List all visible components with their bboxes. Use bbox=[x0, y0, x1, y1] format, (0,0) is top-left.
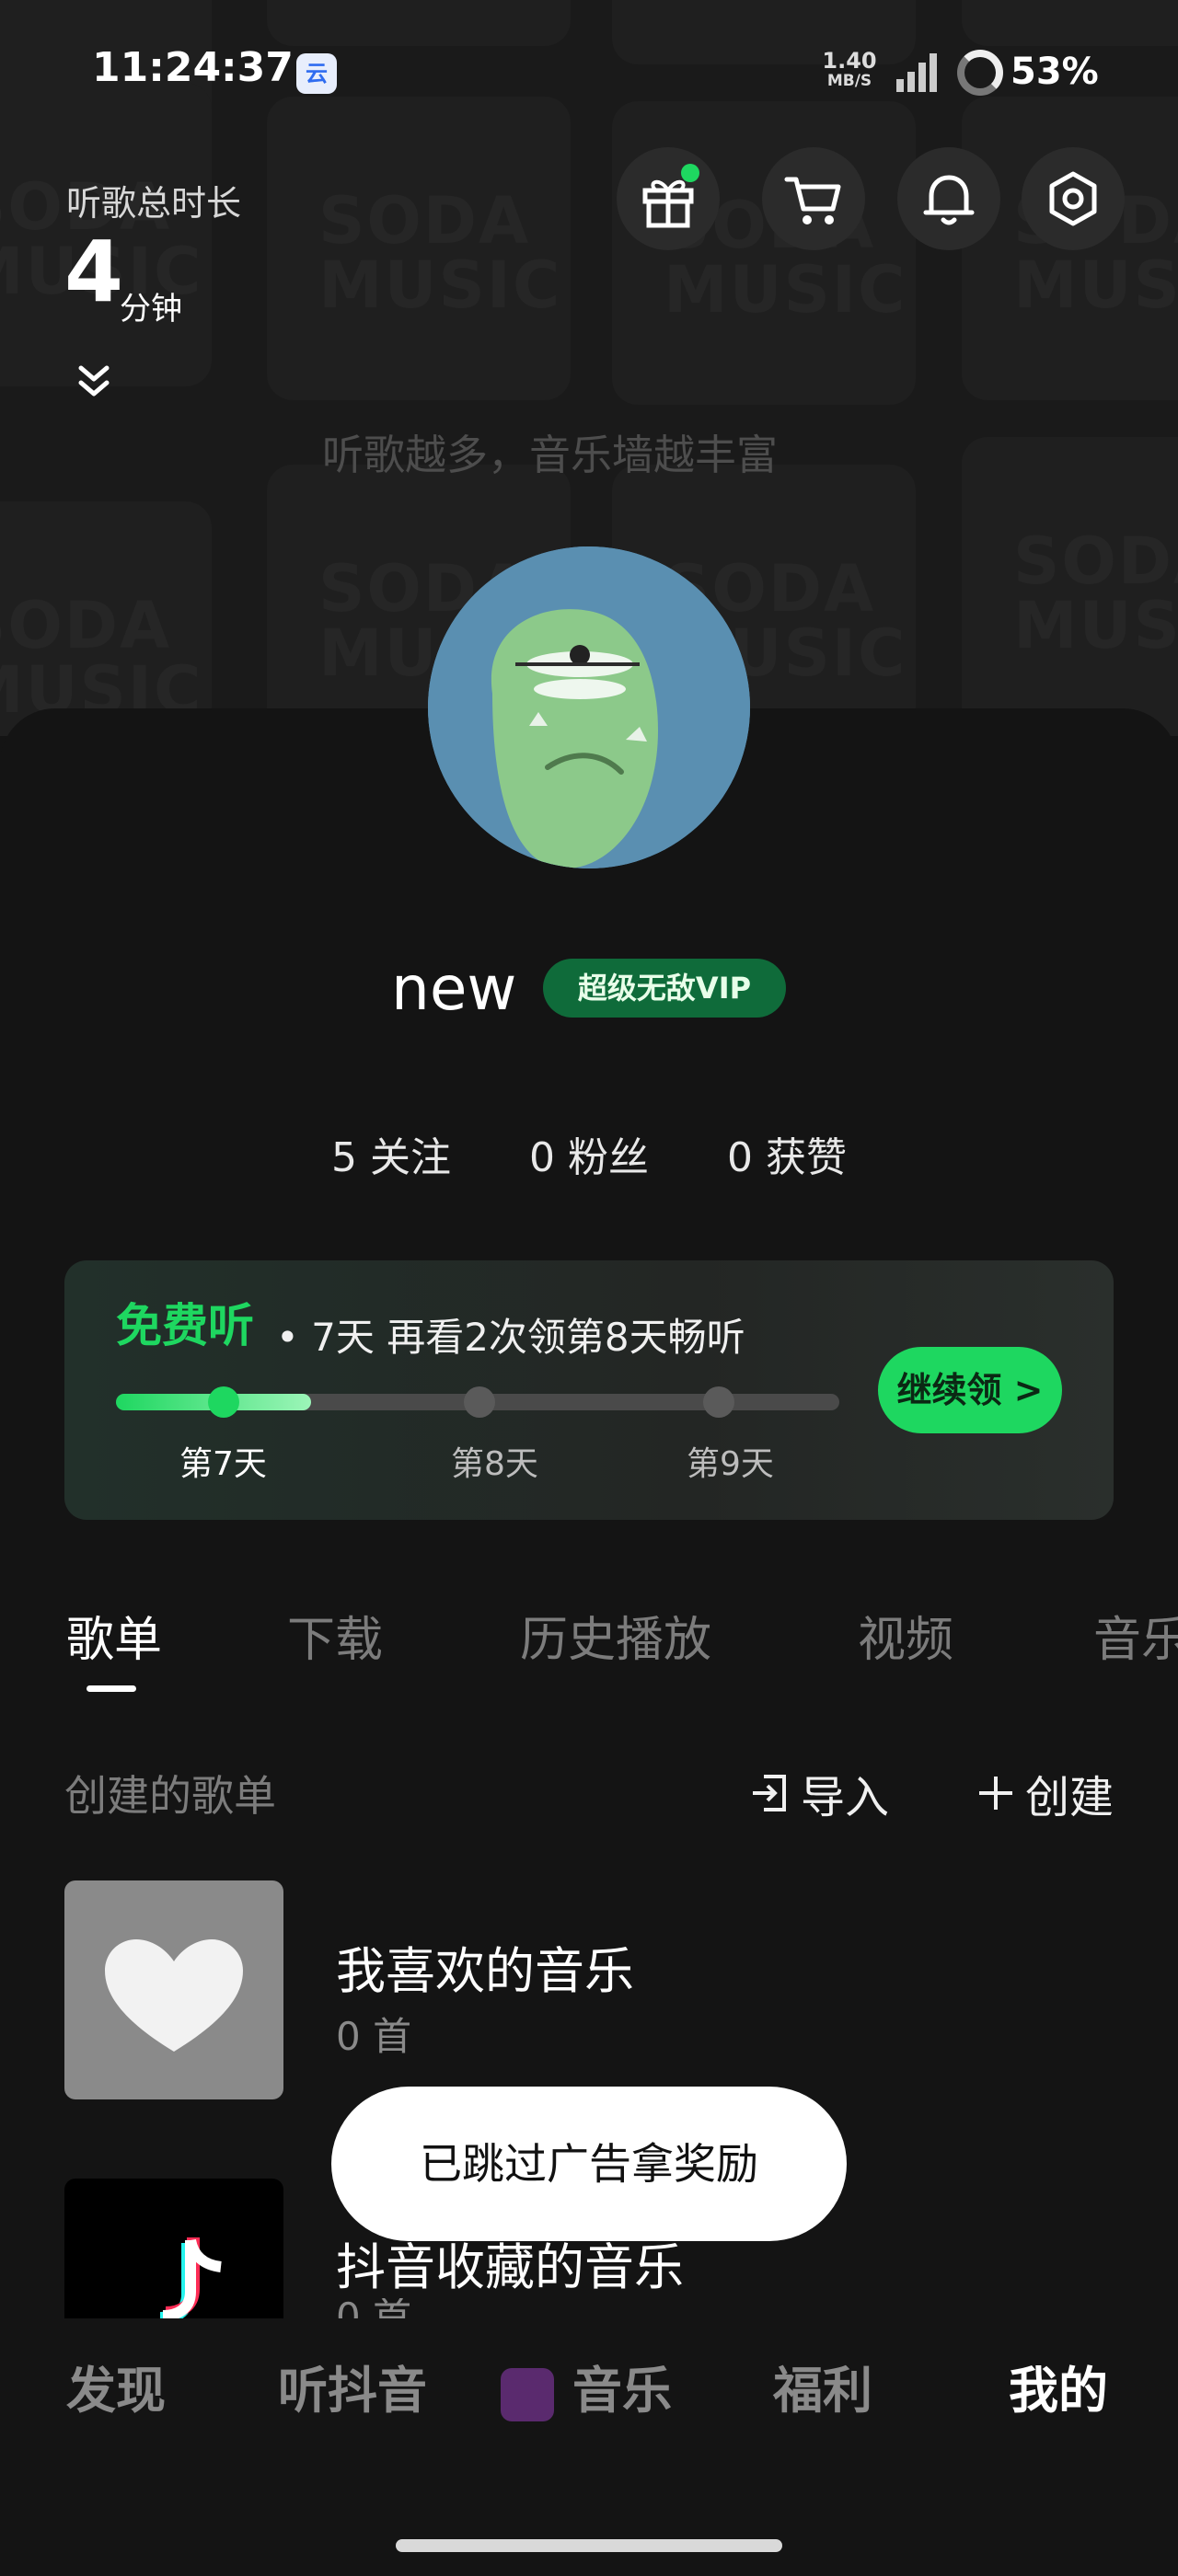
signal-icon bbox=[896, 53, 937, 92]
free-listen-desc: • 7天 再看2次领第8天畅听 bbox=[276, 1315, 745, 1360]
home-indicator bbox=[396, 2539, 782, 2552]
stat-likes[interactable]: 0 获赞 bbox=[727, 1124, 847, 1183]
free-listen-progress bbox=[116, 1386, 839, 1418]
bottom-nav bbox=[0, 2318, 1178, 2576]
nav-welfare[interactable]: 福利 bbox=[773, 2366, 872, 2416]
app-notification-icon: 云 bbox=[296, 53, 337, 94]
plus-icon bbox=[979, 1777, 1012, 1810]
progress-node-day8 bbox=[464, 1386, 495, 1418]
notification-button[interactable] bbox=[897, 147, 1000, 250]
cart-icon bbox=[784, 177, 841, 224]
battery-percent: 53% bbox=[1011, 51, 1099, 93]
avatar-image bbox=[428, 546, 750, 868]
continue-claim-button[interactable]: 继续领 > bbox=[878, 1347, 1062, 1433]
nav-music[interactable]: 音乐 bbox=[572, 2366, 672, 2416]
progress-node-day7 bbox=[208, 1386, 239, 1418]
tab-videos[interactable]: 视频 bbox=[858, 1601, 953, 1670]
listen-time-value: 4 bbox=[64, 223, 124, 321]
tab-history[interactable]: 历史播放 bbox=[520, 1601, 711, 1670]
progress-node-day9 bbox=[703, 1386, 734, 1418]
bell-icon bbox=[923, 175, 975, 225]
tab-downloads[interactable]: 下载 bbox=[287, 1601, 383, 1670]
tab-music[interactable]: 音乐 bbox=[1093, 1601, 1178, 1670]
battery-icon bbox=[957, 50, 1003, 96]
profile-stats: 5 关注 0 粉丝 0 获赞 bbox=[331, 1124, 847, 1183]
net-speed: 1.40 MB/S bbox=[822, 48, 877, 90]
free-listen-card[interactable]: 免费听 • 7天 再看2次领第8天畅听 第7天 第8天 第9天 继续领 > bbox=[64, 1260, 1114, 1520]
settings-button[interactable] bbox=[1022, 147, 1125, 250]
avatar[interactable] bbox=[428, 546, 750, 868]
created-playlists-label: 创建的歌单 bbox=[64, 1771, 276, 1821]
import-button[interactable]: 导入 bbox=[747, 1761, 889, 1825]
music-app-icon bbox=[501, 2368, 554, 2421]
notification-dot bbox=[681, 164, 699, 182]
music-wall-hint: 听歌越多，音乐墙越丰富 bbox=[322, 431, 779, 479]
create-playlist-button[interactable]: 创建 bbox=[976, 1761, 1114, 1825]
expand-down-icon[interactable] bbox=[75, 362, 112, 403]
tab-indicator bbox=[87, 1685, 136, 1692]
playlist-count: 0 首 bbox=[336, 2014, 412, 2059]
tiktok-icon bbox=[159, 2237, 222, 2318]
day-label-8: 第8天 bbox=[451, 1445, 538, 1483]
nav-mine[interactable]: 我的 bbox=[1009, 2366, 1108, 2416]
vip-badge[interactable]: 超级无敌VIP bbox=[543, 959, 786, 1018]
day-label-9: 第9天 bbox=[687, 1445, 774, 1483]
nav-discover[interactable]: 发现 bbox=[66, 2366, 166, 2416]
listen-time-unit: 分钟 bbox=[120, 291, 182, 328]
day-label-7: 第7天 bbox=[179, 1445, 267, 1483]
username: new bbox=[391, 953, 517, 1024]
heart-icon bbox=[105, 1939, 243, 2052]
toast-message: 已跳过广告拿奖励 bbox=[331, 2087, 847, 2241]
liked-music-cover[interactable] bbox=[64, 1880, 283, 2099]
nav-douyin[interactable]: 听抖音 bbox=[278, 2366, 427, 2416]
cart-button[interactable] bbox=[762, 147, 865, 250]
listen-time-label: 听歌总时长 bbox=[66, 183, 242, 224]
tab-playlists[interactable]: 歌单 bbox=[66, 1601, 162, 1670]
douyin-music-cover[interactable] bbox=[64, 2179, 283, 2318]
status-time: 11:24:37 bbox=[92, 44, 294, 91]
playlist-count: 0 首 bbox=[336, 2298, 411, 2318]
status-bar: 11:24:37 云 1.40 MB/S 53% bbox=[0, 0, 1178, 147]
profile-tabs: 歌单 下载 历史播放 视频 音乐 bbox=[0, 1601, 1178, 1693]
stat-fans[interactable]: 0 粉丝 bbox=[529, 1124, 649, 1183]
settings-icon bbox=[1049, 171, 1097, 226]
stat-following[interactable]: 5 关注 bbox=[331, 1124, 451, 1183]
free-listen-title: 免费听 bbox=[116, 1299, 254, 1352]
playlist-name[interactable]: 我喜欢的音乐 bbox=[336, 1930, 634, 2003]
import-icon bbox=[753, 1775, 786, 1811]
gift-button[interactable] bbox=[617, 147, 720, 250]
